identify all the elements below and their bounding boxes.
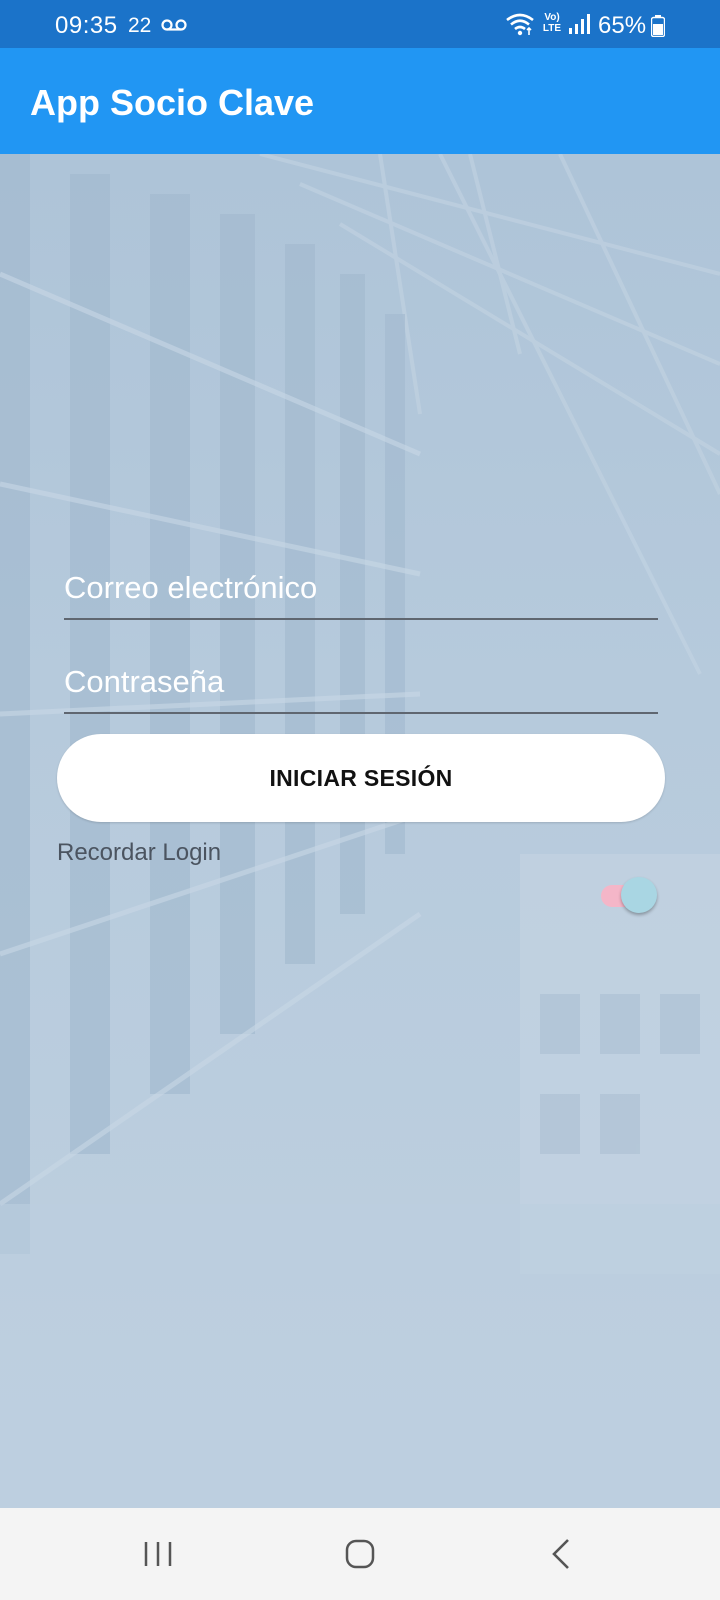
signal-icon — [569, 14, 590, 34]
login-screen: 09:35 22 Vo) LTE 65% App Socio Clave Cor… — [0, 0, 720, 1600]
password-input[interactable] — [64, 652, 658, 712]
battery-level: 65% — [598, 12, 647, 39]
network-type: LTE — [542, 23, 562, 34]
login-content: INICIAR SESIÓN Recordar Login — [0, 154, 720, 1508]
app-bar: App Socio Clave — [0, 48, 720, 154]
password-field[interactable] — [64, 652, 658, 714]
email-field[interactable] — [64, 558, 658, 620]
battery-icon — [651, 15, 665, 37]
app-title: App Socio Clave — [30, 82, 315, 123]
navigation-bar — [0, 1508, 720, 1600]
volte-icon: Vo) LTE — [540, 12, 564, 36]
home-icon[interactable] — [344, 1538, 376, 1570]
toggle-thumb — [621, 877, 657, 913]
notification-count: 22 — [128, 14, 152, 37]
back-icon[interactable] — [550, 1538, 572, 1570]
login-button[interactable]: INICIAR SESIÓN — [57, 734, 665, 822]
remember-login-toggle[interactable] — [599, 876, 661, 916]
warehouse-background-image — [0, 154, 720, 1508]
volte-label: Vo) — [544, 12, 560, 23]
status-bar: 09:35 22 Vo) LTE 65% — [0, 0, 720, 48]
remember-login-label: Recordar Login — [57, 839, 222, 866]
email-input[interactable] — [64, 558, 658, 618]
status-time: 09:35 — [55, 12, 118, 39]
wifi-icon — [506, 13, 534, 36]
recent-apps-icon[interactable] — [143, 1539, 173, 1569]
voicemail-icon — [161, 19, 187, 31]
